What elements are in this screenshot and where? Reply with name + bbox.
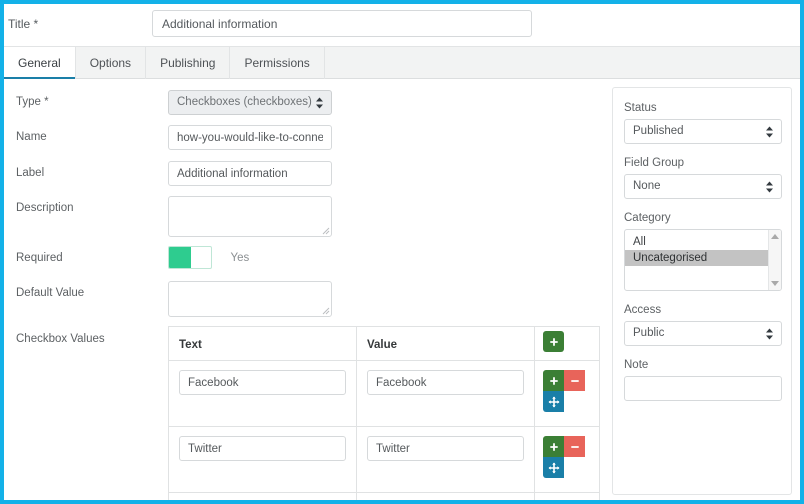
label-input[interactable] <box>168 161 332 186</box>
category-listbox[interactable]: All Uncategorised <box>624 229 782 291</box>
sidebar-group-note: Note <box>624 359 782 401</box>
plus-icon <box>549 376 558 385</box>
row-move-handle[interactable] <box>543 391 564 412</box>
sidebar-group-field-group: Field Group None <box>624 157 782 199</box>
row-text-cell <box>169 427 357 492</box>
sidebar-group-status: Status Published <box>624 102 782 144</box>
type-select[interactable]: Checkboxes (checkboxes) <box>168 90 332 115</box>
move-arrows-icon <box>548 462 559 473</box>
tab-permissions[interactable]: Permissions <box>230 47 325 79</box>
row-value-input[interactable] <box>367 436 524 461</box>
access-select-value: Public <box>633 327 665 339</box>
row-text-input[interactable] <box>179 436 346 461</box>
add-row-button[interactable] <box>543 331 564 352</box>
checkbox-values-label: Checkbox Values <box>16 333 105 345</box>
tab-publishing[interactable]: Publishing <box>146 47 231 79</box>
category-label: Category <box>624 212 671 224</box>
header-cell-value: Value <box>357 327 535 360</box>
row-value-cell <box>357 493 535 500</box>
plus-icon <box>549 442 558 451</box>
title-label: Title * <box>8 17 39 31</box>
type-label: Type * <box>16 96 49 108</box>
label-label: Label <box>16 167 45 179</box>
note-input[interactable] <box>624 376 782 401</box>
field-group-select-value: None <box>633 180 661 192</box>
row-remove-button[interactable] <box>564 370 585 391</box>
default-value-textarea[interactable] <box>168 281 332 317</box>
sidebar-group-access: Access Public <box>624 304 782 346</box>
title-row: Title * <box>4 4 800 46</box>
name-label: Name <box>16 131 47 143</box>
table-header-row: Text Value <box>169 327 599 361</box>
row-remove-button[interactable] <box>564 436 585 457</box>
category-option-uncategorised[interactable]: Uncategorised <box>625 250 781 266</box>
description-label: Description <box>16 202 74 214</box>
scroll-down-icon[interactable] <box>771 281 779 286</box>
required-toggle[interactable] <box>168 246 212 269</box>
form-body: Type * Checkboxes (checkboxes) Name how-… <box>4 79 800 500</box>
row-text-cell <box>169 361 357 426</box>
tab-bar: General Options Publishing Permissions <box>4 46 800 80</box>
sidebar-panel: Status Published Field Group None Catego… <box>612 87 792 495</box>
header-cell-text: Text <box>169 327 357 360</box>
name-input[interactable] <box>168 125 332 150</box>
row-add-button[interactable] <box>543 370 564 391</box>
scroll-up-icon[interactable] <box>771 234 779 239</box>
field-editor-window: Title * General Options Publishing Permi… <box>0 0 804 504</box>
row-actions-cell <box>535 427 599 492</box>
table-row <box>169 493 599 500</box>
title-input[interactable] <box>152 10 532 37</box>
field-group-label: Field Group <box>624 157 685 169</box>
chevron-updown-icon <box>316 97 323 108</box>
note-label: Note <box>624 359 649 371</box>
table-row <box>169 361 599 427</box>
required-state-text: Yes <box>230 251 250 264</box>
row-value-cell <box>357 361 535 426</box>
row-actions-cell <box>535 361 599 426</box>
row-value-cell <box>357 427 535 492</box>
row-text-input[interactable] <box>179 370 346 395</box>
toggle-on-fill <box>169 247 191 268</box>
row-actions-cell <box>535 493 599 500</box>
minus-icon <box>570 379 579 382</box>
table-row <box>169 427 599 493</box>
move-arrows-icon <box>548 396 559 407</box>
required-label: Required <box>16 252 63 264</box>
row-move-handle[interactable] <box>543 457 564 478</box>
status-label: Status <box>624 102 657 114</box>
row-action-group <box>543 436 591 478</box>
chevron-updown-icon <box>766 126 773 137</box>
header-cell-actions <box>535 327 599 360</box>
plus-icon <box>549 337 558 346</box>
status-select-value: Published <box>633 125 684 137</box>
chevron-updown-icon <box>766 328 773 339</box>
field-group-select[interactable]: None <box>624 174 782 199</box>
description-textarea[interactable] <box>168 196 332 237</box>
tab-options[interactable]: Options <box>76 47 147 79</box>
access-label: Access <box>624 304 662 316</box>
access-select[interactable]: Public <box>624 321 782 346</box>
chevron-updown-icon <box>766 181 773 192</box>
sidebar-group-category: Category All Uncategorised <box>624 212 782 291</box>
checkbox-values-table: Text Value <box>168 326 600 500</box>
row-text-cell <box>169 493 357 500</box>
type-select-value: Checkboxes (checkboxes) <box>177 96 312 108</box>
category-option-all[interactable]: All <box>625 234 781 250</box>
left-form: Type * Checkboxes (checkboxes) Name how-… <box>4 79 600 500</box>
default-value-label: Default Value <box>16 287 85 299</box>
status-select[interactable]: Published <box>624 119 782 144</box>
listbox-scrollbar[interactable] <box>768 230 781 290</box>
row-add-button[interactable] <box>543 436 564 457</box>
minus-icon <box>570 445 579 448</box>
row-action-group <box>543 370 591 412</box>
tab-general[interactable]: General <box>4 47 76 80</box>
row-value-input[interactable] <box>367 370 524 395</box>
